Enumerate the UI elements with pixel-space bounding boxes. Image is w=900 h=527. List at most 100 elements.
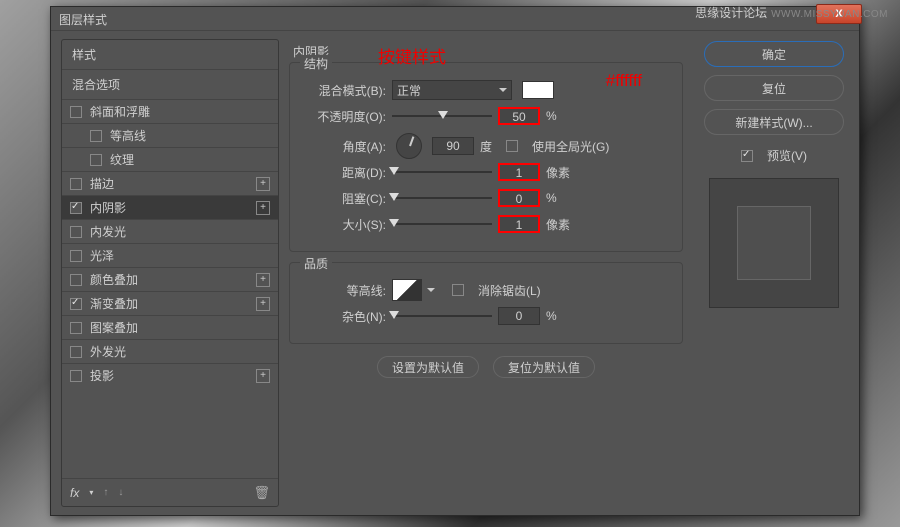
color-swatch[interactable] [522,81,554,99]
style-item-8[interactable]: 渐变叠加 + [62,291,278,315]
style-item-9[interactable]: 图案叠加 [62,315,278,339]
right-column: 确定 复位 新建样式(W)... 预览(V) [689,31,859,515]
style-item-1[interactable]: 等高线 [62,123,278,147]
quality-fieldset: 品质 等高线: 消除锯齿(L) 杂色(N): 0 % [289,262,683,344]
style-checkbox[interactable] [90,130,102,142]
contour-label: 等高线: [302,282,386,299]
opacity-input[interactable]: 50 [498,107,540,125]
add-effect-icon[interactable]: + [256,273,270,287]
style-label: 斜面和浮雕 [90,103,150,120]
choke-input[interactable]: 0 [498,189,540,207]
quality-legend: 品质 [300,255,332,272]
move-down-icon[interactable]: ↓ [118,487,123,498]
style-checkbox[interactable] [70,274,82,286]
size-label: 大小(S): [302,216,386,233]
choke-unit: % [546,191,576,205]
style-checkbox[interactable] [70,226,82,238]
ok-button[interactable]: 确定 [704,41,844,67]
global-light-checkbox[interactable] [506,140,518,152]
choke-slider[interactable] [392,191,492,205]
style-label: 渐变叠加 [90,295,138,312]
choke-label: 阻塞(C): [302,190,386,207]
preview-checkbox[interactable] [741,150,753,162]
trash-icon[interactable]: 🗑 [253,485,270,501]
style-checkbox[interactable] [70,250,82,262]
cancel-button[interactable]: 复位 [704,75,844,101]
reset-default-button[interactable]: 复位为默认值 [493,356,595,378]
fx-icon[interactable]: fx [70,486,79,500]
make-default-button[interactable]: 设置为默认值 [377,356,479,378]
antialias-label: 消除锯齿(L) [478,282,541,299]
style-label: 外发光 [90,343,126,360]
style-checkbox[interactable] [70,370,82,382]
sidebar-footer: fx ▾ ↑ ↓ 🗑 [62,478,278,506]
style-checkbox[interactable] [70,298,82,310]
antialias-checkbox[interactable] [452,284,464,296]
style-checkbox[interactable] [70,178,82,190]
add-effect-icon[interactable]: + [256,177,270,191]
styles-sidebar: 样式 混合选项 斜面和浮雕等高线纹理描边 + 内阴影 + 内发光光泽颜色叠加 + 渐变叠加 +… [61,39,279,507]
blend-mode-label: 混合模式(B): [302,82,386,99]
style-label: 图案叠加 [90,319,138,336]
style-label: 内发光 [90,223,126,240]
style-label: 描边 [90,175,114,192]
style-item-4[interactable]: 内阴影 + [62,195,278,219]
contour-picker[interactable] [392,279,422,301]
annotation-style: 按键样式 [378,43,446,68]
style-item-3[interactable]: 描边 + [62,171,278,195]
style-label: 光泽 [90,247,114,264]
global-light-label: 使用全局光(G) [532,138,609,155]
distance-input[interactable]: 1 [498,163,540,181]
panel-title: 内阴影 [293,43,683,60]
angle-dial[interactable] [396,133,422,159]
style-item-7[interactable]: 颜色叠加 + [62,267,278,291]
size-unit: 像素 [546,216,576,233]
opacity-label: 不透明度(O): [302,108,386,125]
style-label: 颜色叠加 [90,271,138,288]
fx-chevron-icon[interactable]: ▾ [89,488,93,497]
opacity-unit: % [546,109,576,123]
new-style-button[interactable]: 新建样式(W)... [704,109,844,135]
style-checkbox[interactable] [90,154,102,166]
distance-label: 距离(D): [302,164,386,181]
noise-label: 杂色(N): [302,308,386,325]
style-item-5[interactable]: 内发光 [62,219,278,243]
angle-unit: 度 [480,138,492,155]
structure-fieldset: 结构 按键样式 #ffffff 混合模式(B): 正常 不透明度(O): 50 … [289,62,683,252]
style-checkbox[interactable] [70,322,82,334]
style-item-10[interactable]: 外发光 [62,339,278,363]
noise-slider[interactable] [392,309,492,323]
size-slider[interactable] [392,217,492,231]
blend-mode-select[interactable]: 正常 [392,80,512,100]
add-effect-icon[interactable]: + [256,297,270,311]
style-checkbox[interactable] [70,106,82,118]
style-label: 等高线 [110,127,146,144]
annotation-color: #ffffff [606,71,642,91]
preview-label: 预览(V) [767,147,807,164]
size-input[interactable]: 1 [498,215,540,233]
preview-box [709,178,839,308]
distance-unit: 像素 [546,164,576,181]
style-checkbox[interactable] [70,202,82,214]
preview-inner [737,206,811,280]
noise-input[interactable]: 0 [498,307,540,325]
noise-unit: % [546,309,576,323]
style-label: 内阴影 [90,199,126,216]
add-effect-icon[interactable]: + [256,201,270,215]
add-effect-icon[interactable]: + [256,369,270,383]
structure-legend: 结构 [300,55,332,72]
style-item-6[interactable]: 光泽 [62,243,278,267]
angle-input[interactable]: 90 [432,137,474,155]
watermark-text: 思缘设计论坛 [695,6,767,20]
style-item-0[interactable]: 斜面和浮雕 [62,99,278,123]
blend-mode-value: 正常 [397,82,421,99]
move-up-icon[interactable]: ↑ [103,487,108,498]
style-checkbox[interactable] [70,346,82,358]
blend-options-header[interactable]: 混合选项 [62,69,278,99]
style-item-2[interactable]: 纹理 [62,147,278,171]
style-item-11[interactable]: 投影+ [62,363,278,387]
window-title: 图层样式 [59,13,107,27]
styles-header[interactable]: 样式 [62,40,278,69]
distance-slider[interactable] [392,165,492,179]
opacity-slider[interactable] [392,109,492,123]
